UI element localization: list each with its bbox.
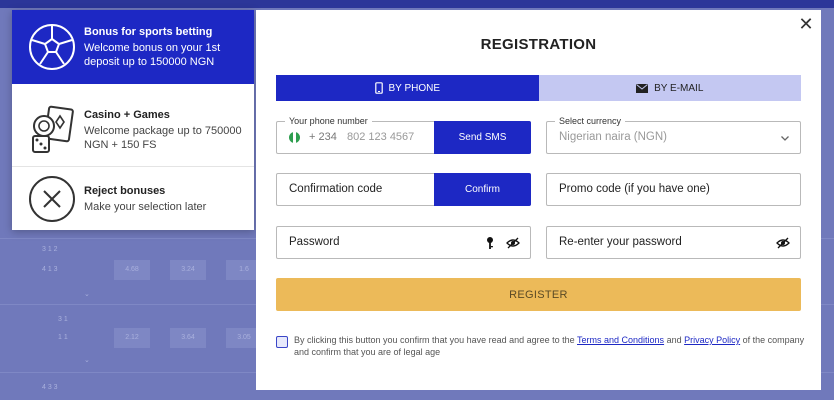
password-input[interactable]: Password: [289, 227, 340, 258]
soccer-ball-icon: [26, 21, 78, 73]
bonus-description: Welcome package up to 750000 NGN + 150 F…: [84, 125, 242, 151]
background-text: 4 1 3: [42, 266, 58, 273]
bonus-option-sports[interactable]: Bonus for sports betting Welcome bonus o…: [12, 10, 254, 84]
promo-code-input[interactable]: Promo code (if you have one): [559, 174, 710, 205]
key-icon[interactable]: [484, 236, 496, 250]
background-odds-cell: 4.68: [114, 260, 150, 280]
agreement-row: By clicking this button you confirm that…: [276, 334, 806, 358]
tab-by-email[interactable]: BY E-MAIL: [538, 75, 801, 101]
bonus-title: Casino + Games: [84, 109, 170, 121]
registration-modal: ✕ REGISTRATION BY PHONE BY E-MAIL Your p…: [256, 10, 821, 390]
bonus-option-casino[interactable]: Casino + Games Welcome package up to 750…: [12, 94, 254, 166]
confirmation-code-field[interactable]: Confirmation code Confirm: [276, 173, 531, 206]
chevron-down-icon: [781, 136, 789, 141]
eye-slash-icon[interactable]: [776, 237, 790, 249]
envelope-icon: [636, 83, 649, 93]
mobile-phone-icon: [374, 82, 383, 94]
background-text: 1 1: [58, 334, 68, 341]
agreement-text: By clicking this button you confirm that…: [294, 334, 806, 358]
background-odds-cell: 3.24: [170, 260, 206, 280]
agreement-text-part: By clicking this button you confirm that…: [294, 335, 578, 345]
tab-label: BY E-MAIL: [654, 82, 704, 94]
tab-label: BY PHONE: [388, 82, 441, 94]
currency-select[interactable]: Select currency Nigerian naira (NGN): [546, 116, 801, 154]
promo-code-field[interactable]: Promo code (if you have one): [546, 173, 801, 206]
bonus-title: Reject bonuses: [84, 184, 166, 197]
background-text: ⌄: [84, 357, 90, 364]
confirmation-code-input[interactable]: Confirmation code: [289, 174, 382, 205]
phone-number-field[interactable]: Your phone number + 234 802 123 4567 Sen…: [276, 116, 531, 154]
reject-x-icon: [26, 173, 78, 225]
background-text: ⌄: [84, 291, 90, 298]
bonus-panel: Bonus for sports betting Welcome bonus o…: [12, 10, 254, 230]
password-field[interactable]: Password: [276, 226, 531, 259]
agreement-checkbox[interactable]: [276, 336, 288, 348]
background-header: [0, 0, 834, 8]
repeat-password-input[interactable]: Re-enter your password: [559, 227, 682, 258]
agreement-text-part: and: [664, 335, 685, 345]
bonus-title: Bonus for sports betting: [84, 26, 213, 38]
repeat-password-field[interactable]: Re-enter your password: [546, 226, 801, 259]
background-odds-cell: 3.64: [170, 328, 206, 348]
phone-number-input[interactable]: 802 123 4567: [347, 122, 414, 153]
register-button[interactable]: REGISTER: [276, 278, 801, 311]
nigeria-flag-icon: [289, 132, 300, 143]
background-odds-cell: 2.12: [114, 328, 150, 348]
bonus-option-reject[interactable]: Reject bonuses Make your selection later: [12, 166, 254, 230]
terms-link[interactable]: Terms and Conditions: [577, 335, 664, 345]
eye-slash-icon[interactable]: [506, 237, 520, 249]
background-text: 3 1: [58, 316, 68, 323]
privacy-policy-link[interactable]: Privacy Policy: [684, 335, 740, 345]
close-button[interactable]: ✕: [797, 16, 815, 34]
tab-by-phone[interactable]: BY PHONE: [276, 75, 539, 101]
confirm-button[interactable]: Confirm: [434, 173, 531, 206]
casino-cards-dice-icon: [26, 104, 78, 156]
registration-tabs: BY PHONE BY E-MAIL: [276, 75, 801, 101]
send-sms-button[interactable]: Send SMS: [434, 121, 531, 154]
currency-value: Nigerian naira (NGN): [559, 131, 668, 143]
background-text: 4 3 3: [42, 384, 58, 391]
bonus-description: Welcome bonus on your 1st deposit up to …: [84, 42, 221, 68]
background-text: 3 1 2: [42, 246, 58, 253]
modal-title: REGISTRATION: [480, 36, 597, 53]
bonus-description: Make your selection later: [84, 200, 207, 213]
phone-country-code[interactable]: + 234: [309, 122, 337, 153]
